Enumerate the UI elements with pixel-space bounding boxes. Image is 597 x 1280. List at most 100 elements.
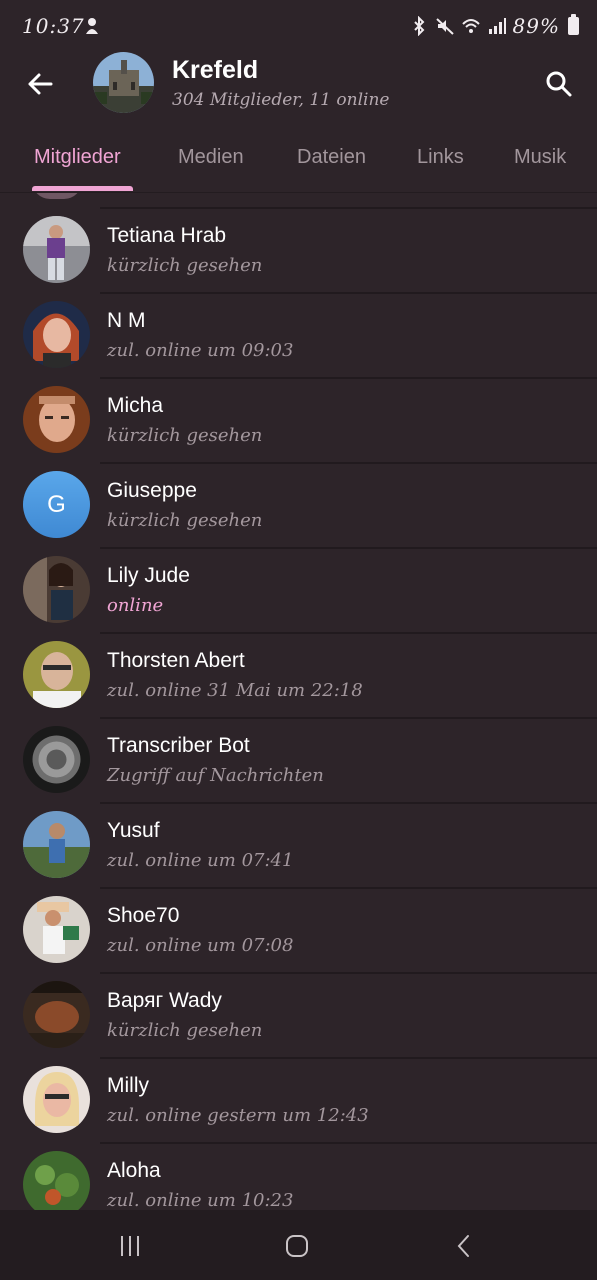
avatar bbox=[32, 193, 82, 199]
avatar bbox=[23, 981, 90, 1048]
bot-avatar-icon bbox=[23, 726, 90, 793]
member-status: zul. online 31 Mai um 22:18 bbox=[107, 680, 363, 701]
member-name: Giuseppe bbox=[107, 479, 197, 502]
poster-avatar-icon bbox=[23, 981, 90, 1048]
avatar bbox=[23, 216, 90, 283]
back-nav-icon bbox=[457, 1235, 469, 1257]
divider bbox=[100, 547, 597, 549]
tab-active-indicator bbox=[32, 186, 133, 191]
plant-photo-icon bbox=[23, 1151, 90, 1210]
user-photo-icon bbox=[23, 896, 90, 963]
member-row[interactable]: G Giuseppe kürzlich gesehen bbox=[0, 462, 597, 547]
member-row[interactable]: Micha kürzlich gesehen bbox=[0, 377, 597, 462]
avatar bbox=[23, 556, 90, 623]
member-row[interactable]: Transcriber Bot Zugriff auf Nachrichten bbox=[0, 717, 597, 802]
member-status: zul. online um 07:08 bbox=[107, 935, 294, 956]
chat-header: Krefeld 304 Mitglieder, 11 online bbox=[0, 52, 597, 122]
member-status: zul. online um 09:03 bbox=[107, 340, 294, 361]
member-row[interactable]: Thorsten Abert zul. online 31 Mai um 22:… bbox=[0, 632, 597, 717]
user-photo-icon bbox=[23, 301, 90, 368]
member-name: Aloha bbox=[107, 1159, 161, 1182]
member-name: Shoe70 bbox=[107, 904, 180, 927]
divider bbox=[100, 802, 597, 804]
tab-files[interactable]: Dateien bbox=[297, 146, 366, 169]
signal-icon bbox=[488, 18, 506, 34]
divider bbox=[100, 632, 597, 634]
home-button[interactable] bbox=[277, 1226, 317, 1266]
group-avatar[interactable] bbox=[93, 52, 154, 113]
back-button[interactable] bbox=[20, 64, 60, 104]
status-bar: 10:37 89% bbox=[0, 0, 597, 52]
media-tabs: Mitglieder Medien Dateien Links Musik bbox=[0, 130, 597, 192]
member-status: kürzlich gesehen bbox=[107, 510, 263, 531]
user-photo-icon bbox=[23, 1066, 90, 1133]
battery-icon bbox=[568, 14, 579, 35]
building-photo-icon bbox=[93, 52, 154, 113]
user-photo-icon bbox=[23, 556, 90, 623]
member-name: Thorsten Abert bbox=[107, 649, 245, 672]
recent-apps-icon bbox=[121, 1236, 139, 1256]
user-photo-icon bbox=[23, 811, 90, 878]
divider bbox=[100, 292, 597, 294]
wifi-icon bbox=[461, 19, 480, 33]
member-status: zul. online um 10:23 bbox=[107, 1190, 294, 1210]
back-nav-button[interactable] bbox=[444, 1226, 484, 1266]
member-status: zul. online gestern um 12:43 bbox=[107, 1105, 369, 1126]
user-photo-icon bbox=[23, 386, 90, 453]
mute-icon bbox=[435, 18, 454, 35]
member-name: Tetiana Hrab bbox=[107, 224, 227, 247]
divider bbox=[100, 462, 597, 464]
member-name: Варяг Wady bbox=[107, 989, 222, 1012]
member-status: kürzlich gesehen bbox=[107, 1020, 263, 1041]
member-status: Zugriff auf Nachrichten bbox=[107, 765, 324, 786]
group-title[interactable]: Krefeld bbox=[172, 56, 258, 85]
divider bbox=[100, 972, 597, 974]
divider bbox=[100, 1142, 597, 1144]
tab-links[interactable]: Links bbox=[417, 146, 464, 169]
battery-percent: 89% bbox=[512, 14, 560, 38]
member-name: Yusuf bbox=[107, 819, 160, 842]
user-photo-icon bbox=[23, 641, 90, 708]
member-name: N M bbox=[107, 309, 146, 332]
tab-members[interactable]: Mitglieder bbox=[34, 146, 121, 169]
search-button[interactable] bbox=[539, 64, 579, 104]
avatar bbox=[23, 726, 90, 793]
member-row[interactable]: Milly zul. online gestern um 12:43 bbox=[0, 1057, 597, 1142]
member-row[interactable]: Aloha zul. online um 10:23 bbox=[0, 1142, 597, 1210]
member-status: kürzlich gesehen bbox=[107, 425, 263, 446]
avatar-initial: G bbox=[23, 471, 90, 538]
divider bbox=[100, 1057, 597, 1059]
status-icons: 89% bbox=[409, 14, 579, 38]
avatar bbox=[23, 641, 90, 708]
member-row[interactable]: Варяг Wady kürzlich gesehen bbox=[0, 972, 597, 1057]
arrow-left-icon bbox=[28, 73, 53, 95]
member-status: online bbox=[107, 595, 164, 616]
recent-apps-button[interactable] bbox=[110, 1226, 150, 1266]
avatar bbox=[23, 386, 90, 453]
search-icon bbox=[546, 71, 572, 97]
system-nav-bar bbox=[0, 1210, 597, 1280]
tab-media[interactable]: Medien bbox=[178, 146, 244, 169]
avatar bbox=[23, 1066, 90, 1133]
bluetooth-icon bbox=[413, 16, 424, 36]
avatar bbox=[23, 1151, 90, 1210]
divider bbox=[100, 207, 597, 209]
member-row[interactable]: N M zul. online um 09:03 bbox=[0, 292, 597, 377]
tab-music[interactable]: Musik bbox=[514, 146, 566, 169]
member-row[interactable]: Lily Jude online bbox=[0, 547, 597, 632]
divider bbox=[100, 377, 597, 379]
notification-icon bbox=[86, 18, 98, 34]
avatar bbox=[23, 811, 90, 878]
member-row[interactable]: Tetiana Hrab kürzlich gesehen bbox=[0, 207, 597, 292]
group-member-count: 304 Mitglieder, 11 online bbox=[172, 90, 390, 110]
member-status: zul. online um 07:41 bbox=[107, 850, 294, 871]
member-list: Tetiana Hrab kürzlich gesehen N M zul. o… bbox=[0, 193, 597, 1210]
member-name: Milly bbox=[107, 1074, 149, 1097]
member-row[interactable]: Yusuf zul. online um 07:41 bbox=[0, 802, 597, 887]
member-row[interactable]: Shoe70 zul. online um 07:08 bbox=[0, 887, 597, 972]
user-photo-icon bbox=[23, 216, 90, 283]
avatar bbox=[23, 896, 90, 963]
member-status: kürzlich gesehen bbox=[107, 255, 263, 276]
avatar bbox=[23, 301, 90, 368]
home-icon bbox=[286, 1235, 308, 1257]
